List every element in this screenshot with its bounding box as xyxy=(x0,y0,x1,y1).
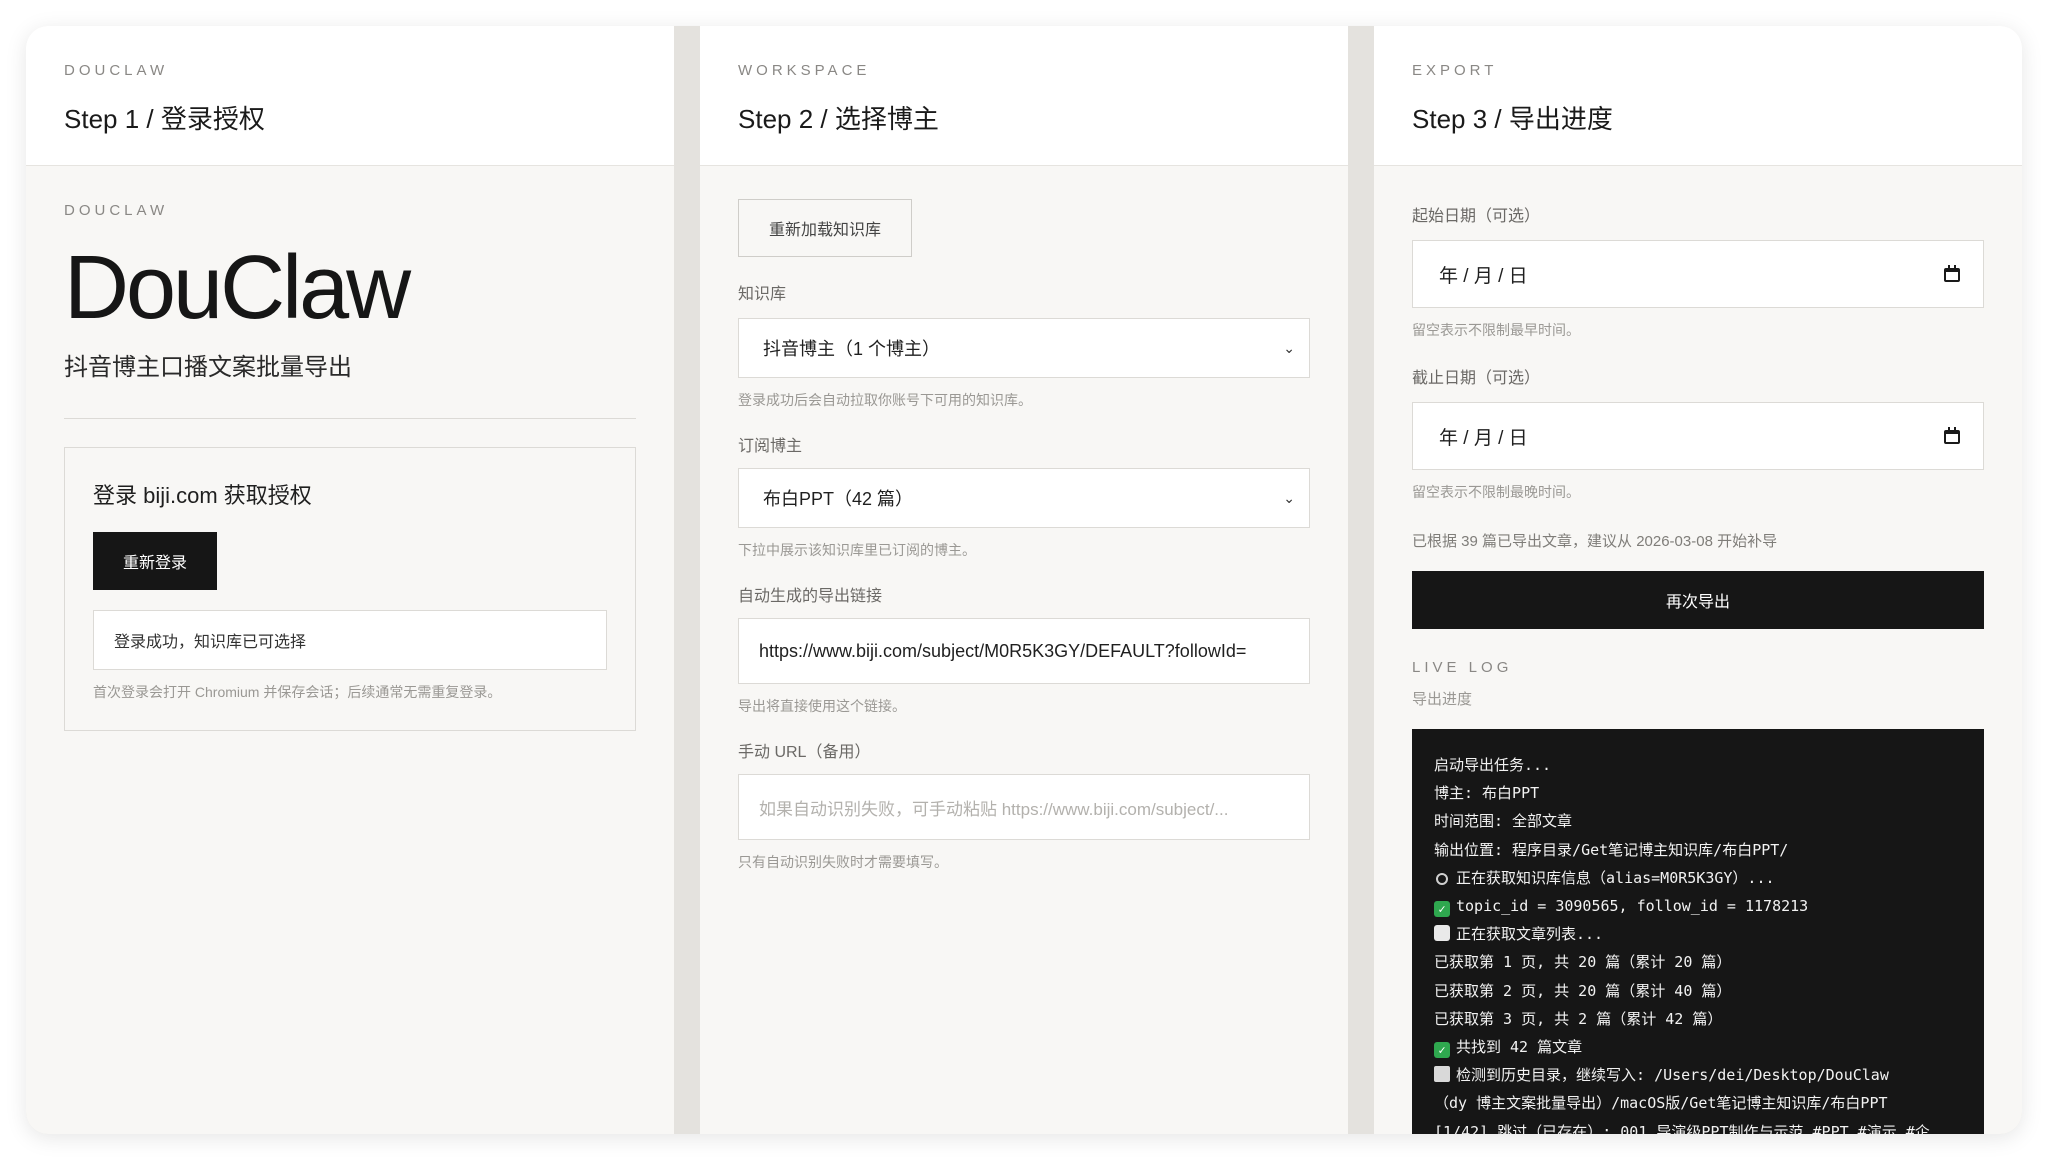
log-text: topic_id = 3090565, follow_id = 1178213 xyxy=(1456,897,1809,916)
reload-kb-button[interactable]: 重新加载知识库 xyxy=(738,199,912,257)
log-line: （dy 博主文案批量导出）/macOS版/Get笔记博主知识库/布白PPT xyxy=(1434,1089,1962,1117)
panel-gap xyxy=(674,26,700,1134)
log-text: 输出位置: 程序目录/Get笔记博主知识库/布白PPT/ xyxy=(1434,840,1789,859)
brand-name: DouClaw xyxy=(64,238,411,338)
login-title: 登录 biji.com 获取授权 xyxy=(93,483,312,508)
manual-url-label: 手动 URL（备用） xyxy=(738,744,871,761)
export-panel: EXPORT Step 3 / 导出进度 起始日期（可选） 年 / 月 / 日 … xyxy=(1374,26,2022,1134)
log-text: 博主: 布白PPT xyxy=(1434,784,1540,803)
chevron-down-icon: ⌄ xyxy=(1283,489,1295,506)
check-icon: ✓ xyxy=(1434,901,1450,918)
blogger-hint: 下拉中展示该知识库里已订阅的博主。 xyxy=(738,542,976,558)
step-title: Step 3 / 导出进度 xyxy=(1412,104,1613,134)
log-line: 已获取第 1 页, 共 20 篇（累计 20 篇） xyxy=(1434,948,1962,976)
calendar-icon[interactable] xyxy=(1943,265,1961,283)
log-subtitle: 导出进度 xyxy=(1412,691,1473,708)
login-hint: 首次登录会打开 Chromium 并保存会话；后续通常无需重复登录。 xyxy=(93,684,502,700)
login-status: 登录成功，知识库已可选择 xyxy=(93,610,607,670)
document-icon xyxy=(1434,925,1450,942)
kb-select[interactable]: 抖音博主（1 个博主） ⌄ xyxy=(738,318,1310,378)
log-line: 时间范围: 全部文章 xyxy=(1434,807,1962,835)
blogger-select-value: 布白PPT（42 篇） xyxy=(763,489,914,509)
panel-eyebrow: EXPORT xyxy=(1412,62,1498,79)
manual-url-hint: 只有自动识别失败时才需要填写。 xyxy=(738,854,948,870)
app-window: DOUCLAW Step 1 / 登录授权 DOUCLAW DouClaw 抖音… xyxy=(26,26,2022,1134)
log-line: 已获取第 2 页, 共 20 篇（累计 40 篇） xyxy=(1434,977,1962,1005)
log-line: ✓ 共找到 42 篇文章 xyxy=(1434,1033,1962,1061)
log-text: [1/42] 跳过（已存在）: 001_导演级PPT制作与示范 #PPT #演示… xyxy=(1434,1122,1930,1134)
login-card: 登录 biji.com 获取授权 重新登录 登录成功，知识库已可选择 首次登录会… xyxy=(64,447,636,731)
start-date-input[interactable]: 年 / 月 / 日 xyxy=(1412,240,1984,308)
step-title: Step 1 / 登录授权 xyxy=(64,104,265,134)
step-title: Step 2 / 选择博主 xyxy=(738,104,939,134)
calendar-icon[interactable] xyxy=(1943,427,1961,445)
export-again-button[interactable]: 再次导出 xyxy=(1412,571,1984,629)
log-line: [1/42] 跳过（已存在）: 001_导演级PPT制作与示范 #PPT #演示… xyxy=(1434,1118,1962,1134)
blogger-label: 订阅博主 xyxy=(738,438,803,455)
start-date-hint: 留空表示不限制最早时间。 xyxy=(1412,322,1580,338)
link-label: 自动生成的导出链接 xyxy=(738,588,883,605)
panel-header: WORKSPACE Step 2 / 选择博主 xyxy=(700,26,1348,166)
end-date-value: 年 / 月 / 日 xyxy=(1439,427,1528,449)
log-line: 正在获取文章列表... xyxy=(1434,920,1962,948)
magnifier-icon xyxy=(1436,872,1448,885)
kb-label: 知识库 xyxy=(738,286,787,303)
login-panel: DOUCLAW Step 1 / 登录授权 DOUCLAW DouClaw 抖音… xyxy=(26,26,674,1134)
kb-select-value: 抖音博主（1 个博主） xyxy=(763,339,941,359)
live-log[interactable]: 启动导出任务... 博主: 布白PPT 时间范围: 全部文章输出位置: 程序目录/G… xyxy=(1412,729,1984,1134)
panel-header: DOUCLAW Step 1 / 登录授权 xyxy=(26,26,674,166)
log-text: （dy 博主文案批量导出）/macOS版/Get笔记博主知识库/布白PPT xyxy=(1434,1094,1888,1113)
log-line: 检测到历史目录，继续写入: /Users/dei/Desktop/DouClaw xyxy=(1434,1061,1962,1089)
log-text: 检测到历史目录，继续写入: /Users/dei/Desktop/DouClaw xyxy=(1456,1066,1889,1085)
brand-eyebrow: DOUCLAW xyxy=(64,202,169,219)
log-text: 正在获取文章列表... xyxy=(1456,925,1604,944)
link-hint: 导出将直接使用这个链接。 xyxy=(738,698,906,714)
divider xyxy=(64,418,636,419)
log-text: 已获取第 3 页, 共 2 篇（累计 42 篇） xyxy=(1434,1009,1723,1028)
panel-eyebrow: WORKSPACE xyxy=(738,62,871,79)
kb-hint: 登录成功后会自动拉取你账号下可用的知识库。 xyxy=(738,392,1032,408)
panel-eyebrow: DOUCLAW xyxy=(64,62,169,79)
chevron-down-icon: ⌄ xyxy=(1283,339,1295,356)
blogger-select[interactable]: 布白PPT（42 篇） ⌄ xyxy=(738,468,1310,528)
workspace-panel: WORKSPACE Step 2 / 选择博主 重新加载知识库 知识库 抖音博主… xyxy=(700,26,1348,1134)
relogin-button[interactable]: 重新登录 xyxy=(93,532,217,590)
check-icon: ✓ xyxy=(1434,1042,1450,1059)
log-text: 正在获取知识库信息（alias=M0R5K3GY）... xyxy=(1456,868,1775,887)
log-text: 已获取第 2 页, 共 20 篇（累计 40 篇） xyxy=(1434,981,1732,1000)
log-line: 博主: 布白PPT xyxy=(1434,779,1962,807)
log-text: 时间范围: 全部文章 xyxy=(1434,812,1573,831)
brand-subtitle: 抖音博主口播文案批量导出 xyxy=(64,354,352,381)
end-date-label: 截止日期（可选） xyxy=(1412,370,1541,387)
log-line: 已获取第 3 页, 共 2 篇（累计 42 篇） xyxy=(1434,1005,1962,1033)
end-date-hint: 留空表示不限制最晚时间。 xyxy=(1412,484,1580,500)
start-date-value: 年 / 月 / 日 xyxy=(1439,265,1528,287)
panel-header: EXPORT Step 3 / 导出进度 xyxy=(1374,26,2022,166)
resume-suggestion: 已根据 39 篇已导出文章，建议从 2026-03-08 开始补导 xyxy=(1412,533,1778,550)
start-date-label: 起始日期（可选） xyxy=(1412,208,1541,225)
manual-url-input[interactable]: 如果自动识别失败，可手动粘贴 https://www.biji.com/subj… xyxy=(738,774,1310,840)
log-line: 输出位置: 程序目录/Get笔记博主知识库/布白PPT/ xyxy=(1434,836,1962,864)
log-line: ✓ topic_id = 3090565, follow_id = 1178213 xyxy=(1434,892,1962,920)
log-text: 已获取第 1 页, 共 20 篇（累计 20 篇） xyxy=(1434,953,1732,972)
log-text: 启动导出任务... xyxy=(1434,756,1552,774)
end-date-input[interactable]: 年 / 月 / 日 xyxy=(1412,402,1984,470)
log-eyebrow: LIVE LOG xyxy=(1412,659,1513,676)
panel-gap xyxy=(1348,26,1374,1134)
folder-icon xyxy=(1434,1066,1450,1083)
log-line: 正在获取知识库信息（alias=M0R5K3GY）... xyxy=(1434,864,1962,892)
log-text: 共找到 42 篇文章 xyxy=(1456,1038,1583,1057)
log-line: 启动导出任务... xyxy=(1434,751,1962,779)
export-link-input[interactable]: https://www.biji.com/subject/M0R5K3GY/DE… xyxy=(738,618,1310,684)
